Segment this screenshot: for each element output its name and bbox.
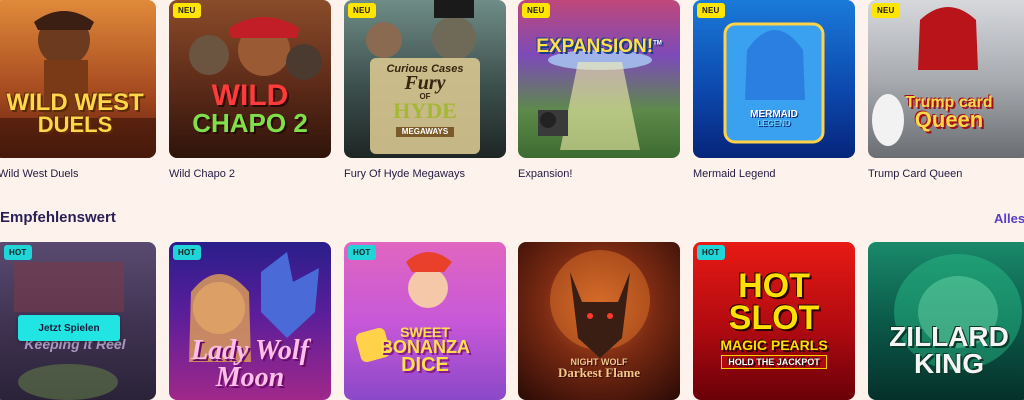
game-title-art: SWEET BONANZA DICE xyxy=(380,324,470,377)
game-tile-keeping-it-reel[interactable]: HOT Jetzt Spielen Keeping it Reel xyxy=(0,242,156,400)
new-badge: NEU xyxy=(173,3,201,18)
game-tile-trump-card-queen[interactable]: NEU Trump card Queen xyxy=(868,0,1024,158)
game-title-art: Trump card Queen xyxy=(905,94,993,133)
game-title-art: WILD WEST DUELS xyxy=(6,89,144,137)
game-title-art: Curious Cases Fury OF HYDE MEGAWAYS xyxy=(386,63,464,137)
play-now-button[interactable]: Jetzt Spielen xyxy=(18,315,120,341)
hot-badge: HOT xyxy=(348,245,376,260)
game-tile-sweet-bonanza-dice[interactable]: HOT SWEET BONANZA DICE xyxy=(344,242,506,400)
game-title-art: MERMAID LEGEND xyxy=(750,109,798,128)
show-all-link[interactable]: Alles xyxy=(994,211,1024,226)
new-badge: NEU xyxy=(348,3,376,18)
game-title-art: EXPANSION!TM xyxy=(536,36,662,57)
game-tile-mermaid-legend[interactable]: NEU MERMAID LEGEND xyxy=(693,0,855,158)
new-badge: NEU xyxy=(697,3,725,18)
new-badge: NEU xyxy=(522,3,550,18)
new-badge: NEU xyxy=(872,3,900,18)
game-tile-lady-wolf-moon[interactable]: HOT Lady Wolf Moon xyxy=(169,242,331,400)
hot-badge: HOT xyxy=(173,245,201,260)
game-tile-fury-of-hyde[interactable]: NEU Curious Cases Fury OF HYDE MEGAWAYS xyxy=(344,0,506,158)
game-title-art: Lady Wolf Moon xyxy=(191,335,309,393)
game-tile-hot-slot-magic-pearls[interactable]: HOT HOT SLOT MAGIC PEARLS HOLD THE JACKP… xyxy=(693,242,855,400)
game-title-art: NIGHT WOLF Darkest Flame xyxy=(558,357,640,380)
game-title[interactable]: Wild Chapo 2 xyxy=(169,168,235,180)
game-tile-wild-west-duels[interactable]: WILD WEST DUELS xyxy=(0,0,156,158)
section-title: Empfehlenswert xyxy=(0,209,116,226)
game-artwork xyxy=(538,50,652,150)
game-title-art: ZILLARD KING xyxy=(889,321,1009,379)
hot-badge: HOT xyxy=(697,245,725,260)
game-title[interactable]: Wild West Duels xyxy=(0,168,78,180)
game-artwork xyxy=(872,7,978,146)
game-tile-wild-chapo-2[interactable]: NEU WILD CHAPO 2 xyxy=(169,0,331,158)
game-tile-zillard-king[interactable]: ZILLARD KING xyxy=(868,242,1024,400)
game-title[interactable]: Mermaid Legend xyxy=(693,168,776,180)
hot-badge: HOT xyxy=(4,245,32,260)
game-title[interactable]: Trump Card Queen xyxy=(868,168,962,180)
game-artwork xyxy=(723,22,825,144)
game-title[interactable]: Fury Of Hyde Megaways xyxy=(344,168,465,180)
game-title[interactable]: Expansion! xyxy=(518,168,572,180)
game-tile-night-wolf[interactable]: NIGHT WOLF Darkest Flame xyxy=(518,242,680,400)
game-artwork xyxy=(355,252,452,363)
game-title-art: HOT SLOT MAGIC PEARLS HOLD THE JACKPOT xyxy=(693,269,855,370)
game-tile-expansion[interactable]: NEU EXPANSION!TM xyxy=(518,0,680,158)
game-title-art: WILD CHAPO 2 xyxy=(192,79,308,138)
